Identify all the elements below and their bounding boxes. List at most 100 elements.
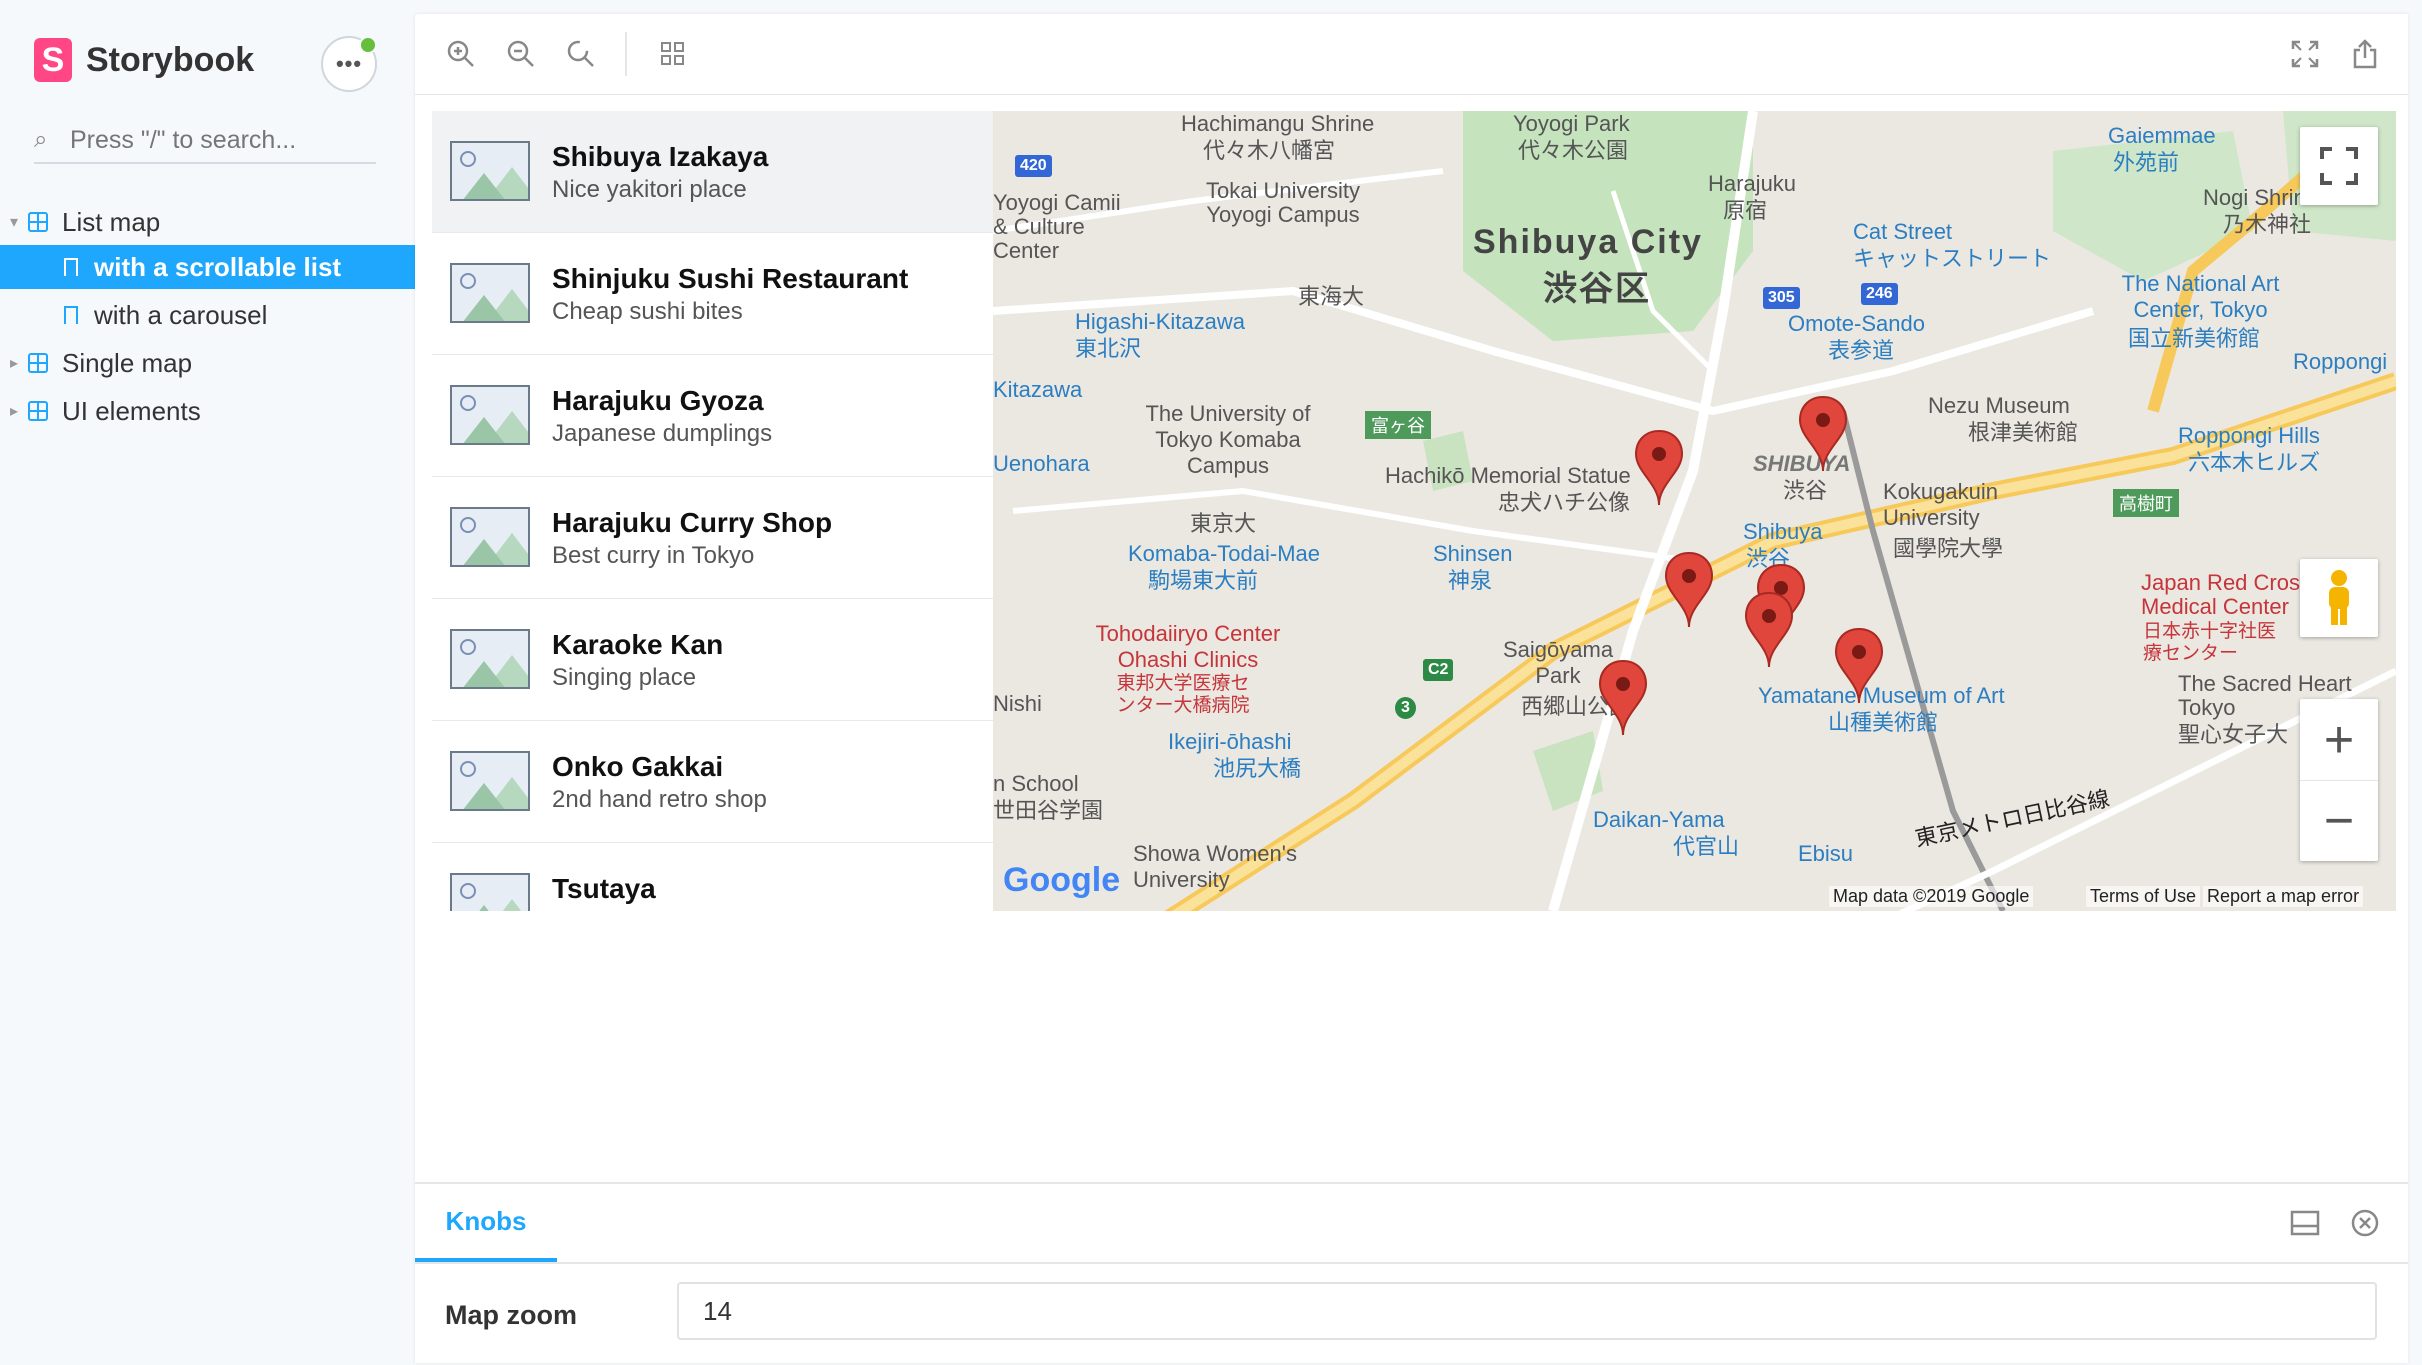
road-sign: 3: [1395, 697, 1416, 719]
panel-position-icon[interactable]: [2290, 1208, 2320, 1238]
search-field[interactable]: ⌕: [34, 118, 376, 164]
map-label: 代々木公園: [1518, 138, 1629, 163]
ellipsis-icon: •••: [335, 51, 363, 76]
list-item[interactable]: Onko Gakkai 2nd hand retro shop: [432, 721, 1007, 844]
map-marker-icon[interactable]: [1663, 551, 1715, 629]
report-map-error-link[interactable]: Report a map error: [2203, 886, 2364, 907]
addons-panel: Knobs Map zoom: [415, 1182, 2408, 1365]
map-label: 渋谷: [1783, 478, 1828, 503]
street-view-pegman[interactable]: [2300, 559, 2378, 637]
list-item[interactable]: Harajuku Curry Shop Best curry in Tokyo: [432, 477, 1007, 600]
map-marker-icon[interactable]: [1633, 429, 1685, 507]
list-item[interactable]: Karaoke Kan Singing place: [432, 599, 1007, 722]
map-label: The University of Tokyo Komaba Campus: [1145, 401, 1311, 478]
place-name: Karaoke Kan: [552, 629, 724, 660]
list-item[interactable]: Tsutaya: [432, 843, 1007, 911]
list-item[interactable]: Shinjuku Sushi Restaurant Cheap sushi bi…: [432, 233, 1007, 356]
place-name: Harajuku Curry Shop: [552, 507, 833, 538]
road-sign: 305: [1763, 287, 1800, 309]
map-label: 池尻大橋: [1213, 756, 1302, 781]
component-icon: [28, 353, 48, 373]
place-description: 2nd hand retro shop: [552, 786, 767, 813]
map-marker-icon[interactable]: [1597, 659, 1649, 737]
map-label: 東海大: [1298, 284, 1365, 309]
image-placeholder-icon: [450, 263, 530, 323]
place-name: Harajuku Gyoza: [552, 385, 764, 416]
pegman-icon: [2329, 570, 2349, 625]
grid-icon[interactable]: [655, 36, 691, 72]
map-fullscreen-button[interactable]: [2300, 127, 2378, 205]
sidebar-item-label: with a scrollable list: [94, 251, 342, 282]
sidebar-item-label: Single map: [62, 347, 193, 378]
search-input[interactable]: [68, 124, 372, 156]
image-placeholder-icon: [450, 873, 530, 911]
sidebar-item-list-map[interactable]: ▾ List map: [0, 200, 415, 244]
map-attribution: Map data ©2019 Google: [1829, 886, 2034, 907]
road-sign: 420: [1015, 155, 1052, 177]
brand[interactable]: S Storybook: [34, 38, 254, 82]
map-label: Tokai University Yoyogi Campus: [1205, 178, 1361, 227]
map-label: Nishi: [993, 691, 1042, 716]
menu-button[interactable]: •••: [321, 36, 377, 92]
sidebar-item-ui-elements[interactable]: ▸ UI elements: [0, 389, 415, 433]
list-item[interactable]: Harajuku Gyoza Japanese dumplings: [432, 355, 1007, 478]
terms-of-use-link[interactable]: Terms of Use: [2086, 886, 2201, 907]
map-label: 駒場東大前: [1148, 568, 1259, 593]
share-icon[interactable]: [2347, 36, 2383, 72]
map-label-large: Shibuya City: [1473, 223, 1703, 261]
map-marker-icon[interactable]: [1797, 395, 1849, 473]
map-label: Showa Women's University: [1133, 841, 1297, 892]
map-label: 日本赤十字社医療センター: [2143, 621, 2277, 664]
zoom-out-icon[interactable]: [503, 36, 539, 72]
place-name: Shinjuku Sushi Restaurant: [552, 263, 909, 294]
map-zoom-input[interactable]: [677, 1282, 2377, 1340]
bookmark-icon: [64, 306, 78, 324]
image-placeholder-icon: [450, 751, 530, 811]
place-description: Nice yakitori place: [552, 176, 747, 203]
close-panel-icon[interactable]: [2350, 1208, 2380, 1238]
places-list[interactable]: Shibuya Izakaya Nice yakitori place Shin…: [432, 111, 1007, 911]
map-marker-icon[interactable]: [1743, 591, 1795, 669]
map-label: 忠犬ハチ公像: [1498, 490, 1631, 515]
map-label: 山種美術館: [1828, 710, 1939, 735]
map-label: 富ヶ谷: [1365, 411, 1431, 439]
map-label: 東邦大学医療センター大橋病院: [1116, 673, 1250, 716]
map-marker-icon[interactable]: [1833, 627, 1885, 705]
zoom-controls: + −: [2300, 699, 2378, 861]
sidebar-item-label: List map: [62, 206, 161, 237]
map-label: 國學院大學: [1893, 536, 2004, 561]
map-zoom-in-button[interactable]: +: [2300, 700, 2378, 781]
storybook-logo-icon: S: [34, 38, 72, 82]
map-label: Yoyogi Camii & Culture Center: [993, 190, 1121, 263]
place-name: Shibuya Izakaya: [552, 141, 769, 172]
map-label: 根津美術館: [1968, 420, 2079, 445]
map-label: 高樹町: [2113, 489, 2179, 517]
place-description: Best curry in Tokyo: [552, 542, 755, 569]
caret-right-icon: ▸: [10, 403, 19, 420]
reset-zoom-icon[interactable]: [563, 36, 599, 72]
caret-down-icon: ▾: [10, 214, 19, 231]
fullscreen-icon[interactable]: [2287, 36, 2323, 72]
map-label: 世田谷学園: [993, 798, 1104, 823]
sidebar-item-single-map[interactable]: ▸ Single map: [0, 341, 415, 385]
map-label: The Sacred Heart: [2178, 671, 2352, 696]
sidebar-item-label: with a carousel: [94, 299, 268, 330]
sidebar-item-scrollable-list[interactable]: with a scrollable list: [0, 245, 415, 289]
place-description: Japanese dumplings: [552, 420, 773, 447]
google-map[interactable]: Hachimangu Shrine 代々木八幡宮 Yoyogi Park 代々木…: [993, 111, 2396, 911]
bookmark-icon: [64, 258, 78, 276]
sidebar: S Storybook ••• ⌕ ▾ List map with a scro…: [0, 0, 415, 1363]
sidebar-item-carousel[interactable]: with a carousel: [0, 293, 415, 337]
knob-label: Map zoom: [445, 1300, 577, 1330]
tab-knobs[interactable]: Knobs: [415, 1184, 557, 1262]
place-description: Singing place: [552, 664, 697, 691]
addons-tab-divider: [415, 1262, 2408, 1264]
list-item[interactable]: Shibuya Izakaya Nice yakitori place: [432, 111, 1007, 234]
preview-panel: Shibuya Izakaya Nice yakitori place Shin…: [415, 14, 2408, 1363]
image-placeholder-icon: [450, 385, 530, 445]
map-zoom-out-button[interactable]: −: [2300, 781, 2378, 861]
map-label: 外苑前: [2113, 150, 2180, 175]
zoom-in-icon[interactable]: [443, 36, 479, 72]
image-placeholder-icon: [450, 141, 530, 201]
search-icon: ⌕: [34, 126, 48, 153]
